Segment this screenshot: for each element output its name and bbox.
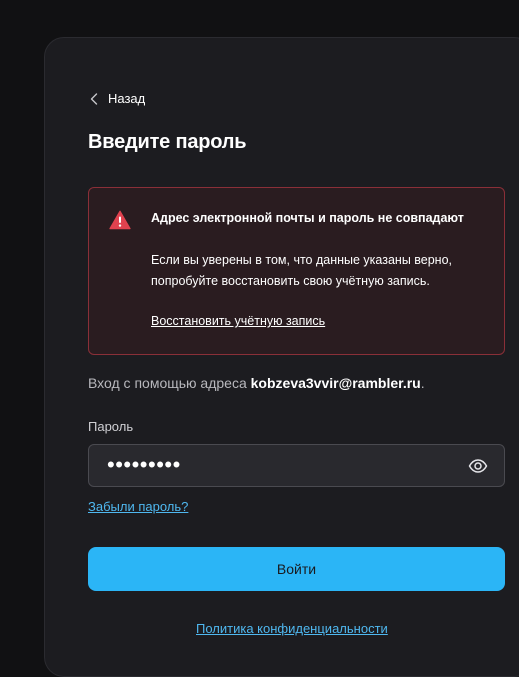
password-value: ••••••••• [107, 452, 181, 477]
restore-account-link[interactable]: Восстановить учётную запись [151, 314, 325, 328]
alert-body: Если вы уверены в том, что данные указан… [151, 253, 453, 288]
login-suffix: . [420, 375, 425, 391]
privacy-policy-link[interactable]: Политика конфиденциальности [196, 621, 388, 636]
back-button[interactable]: Назад [90, 91, 145, 106]
page-title: Введите пароль [88, 131, 247, 153]
chevron-left-icon [90, 92, 98, 105]
login-email: kobzeva3vvir@rambler.ru [250, 375, 421, 391]
back-label: Назад [108, 91, 146, 106]
alert-title: Адрес электронной почты и пароль не совп… [151, 211, 464, 225]
password-field[interactable]: ••••••••• [88, 444, 505, 487]
password-label: Пароль [88, 419, 134, 434]
login-info: Вход с помощью адреса kobzeva3vvir@rambl… [88, 375, 425, 391]
login-button[interactable]: Войти [88, 547, 505, 591]
login-prefix: Вход с помощью адреса [88, 375, 251, 391]
error-alert: Адрес электронной почты и пароль не совп… [88, 187, 505, 355]
eye-icon[interactable] [468, 458, 488, 479]
warning-icon [109, 210, 131, 235]
forgot-password-link[interactable]: Забыли пароль? [88, 499, 188, 514]
